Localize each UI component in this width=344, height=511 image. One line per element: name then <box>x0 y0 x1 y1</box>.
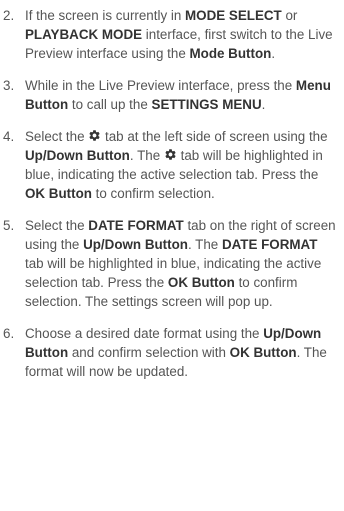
step-text: While in the Live Preview interface, pre… <box>25 76 338 114</box>
text-segment: to call up the <box>68 97 152 112</box>
text-segment: Choose a desired date format using the <box>25 326 264 341</box>
bold-term: OK Button <box>229 345 297 360</box>
list-item: 6. Choose a desired date format using the… <box>3 324 338 381</box>
step-number: 2. <box>3 8 15 23</box>
list-item: 3. While in the Live Preview interface, p… <box>3 76 338 114</box>
list-item: 2. If the screen is currently in MODE SEL… <box>3 6 338 63</box>
text-segment: Select the <box>25 218 89 233</box>
step-number: 6. <box>3 326 15 341</box>
step-text: Select the DATE FORMAT tab on the right … <box>25 216 338 311</box>
step-text: If the screen is currently in MODE SELEC… <box>25 6 338 63</box>
text-segment: . The <box>129 148 164 163</box>
instruction-steps: 2. If the screen is currently in MODE SEL… <box>0 0 344 381</box>
gear-icon <box>164 147 177 160</box>
bold-term: Mode Button <box>189 46 272 61</box>
text-segment: tab at the left side of screen using the <box>101 129 328 144</box>
bold-term: PLAYBACK MODE <box>25 27 143 42</box>
text-segment: . <box>271 46 276 61</box>
text-segment: or <box>281 8 298 23</box>
text-segment: and confirm selection with <box>68 345 230 360</box>
bold-term: DATE FORMAT <box>221 237 318 252</box>
list-item: 5. Select the DATE FORMAT tab on the righ… <box>3 216 338 311</box>
text-segment: . The <box>187 237 222 252</box>
bold-term: OK Button <box>25 186 92 201</box>
bold-term: Up/Down Button <box>25 148 130 163</box>
step-number: 5. <box>3 218 15 233</box>
step-number: 3. <box>3 78 15 93</box>
text-segment: . <box>261 97 266 112</box>
bold-term: SETTINGS MENU <box>151 97 262 112</box>
text-segment: Select the <box>25 129 89 144</box>
text-segment: If the screen is currently in <box>25 8 186 23</box>
bold-term: OK Button <box>167 275 235 290</box>
gear-icon <box>88 128 101 141</box>
step-text: Choose a desired date format using the U… <box>25 324 338 381</box>
text-segment: to confirm selection. <box>91 186 215 201</box>
bold-term: MODE SELECT <box>185 8 282 23</box>
step-text: Select the tab at the left side of scree… <box>25 127 338 203</box>
text-segment: While in the Live Preview interface, pre… <box>25 78 296 93</box>
bold-term: Up/Down Button <box>83 237 188 252</box>
bold-term: DATE FORMAT <box>88 218 184 233</box>
step-number: 4. <box>3 129 15 144</box>
list-item: 4. Select the tab at the left side of scr… <box>3 127 338 203</box>
